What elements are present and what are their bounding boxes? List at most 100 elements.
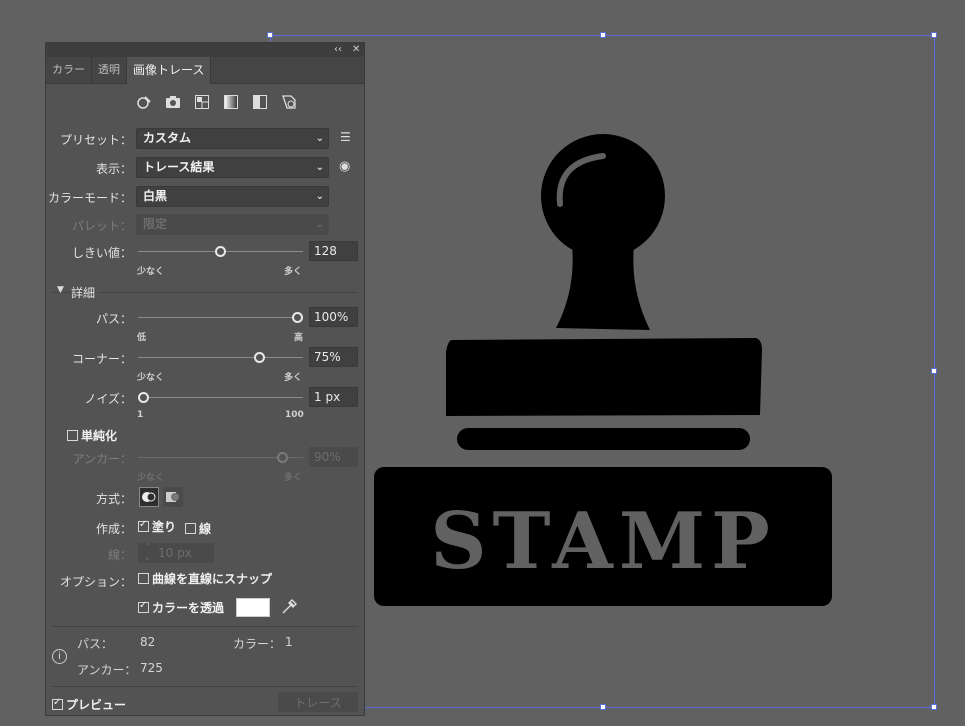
threshold-knob[interactable]	[215, 246, 226, 257]
threshold-slider[interactable]	[138, 246, 303, 257]
corners-knob[interactable]	[253, 352, 265, 363]
chevron-down-icon: ⌄	[315, 162, 324, 173]
outline-icon[interactable]	[279, 93, 298, 112]
info-anchors-label: アンカー：	[77, 663, 137, 677]
preset-dropdown[interactable]: カスタム ⌄	[136, 128, 329, 149]
preview-checkbox[interactable]	[52, 697, 63, 710]
paths-knob[interactable]	[292, 312, 303, 323]
handle-top-left[interactable]	[267, 32, 273, 38]
noise-input[interactable]: 1 px	[309, 387, 358, 407]
double-chevron-left-icon[interactable]: ‹‹	[334, 43, 342, 57]
strokes-label: 線	[199, 522, 212, 536]
threshold-max-label: 多く	[284, 267, 303, 277]
stroke-stepper: ⌃ ⌄ 10 px	[138, 542, 214, 563]
simplify-checkbox-wrap[interactable]: 単純化	[67, 427, 117, 444]
create-label: 作成：	[95, 522, 132, 536]
anchors-min-label: 少なく	[137, 473, 165, 483]
color-swatch[interactable]	[236, 598, 270, 617]
threshold-min-label: 少なく	[137, 267, 165, 277]
chevron-down-icon: ⌄	[315, 133, 324, 144]
info-colors-label: カラー：	[233, 637, 282, 651]
fills-checkbox[interactable]	[138, 519, 149, 532]
palette-value: 限定	[143, 217, 168, 231]
divider	[52, 686, 358, 687]
auto-color-icon[interactable]	[134, 93, 153, 112]
paths-slider[interactable]	[138, 312, 303, 323]
anchors-input: 90%	[309, 447, 358, 467]
high-color-icon[interactable]	[163, 93, 182, 112]
noise-knob[interactable]	[138, 392, 149, 403]
strokes-checkbox[interactable]	[185, 523, 196, 534]
mode-label: カラーモード：	[47, 191, 132, 205]
stepper-arrows-icon: ⌃ ⌄	[144, 542, 151, 562]
noise-label: ノイズ：	[84, 392, 132, 406]
palette-dropdown: 限定 ⌄	[136, 214, 329, 235]
triangle-down-icon: ▼	[57, 285, 64, 295]
stroke-label: 線：	[107, 548, 132, 562]
fills-label: 塗り	[152, 520, 177, 534]
selection-bounding-box[interactable]	[267, 32, 937, 710]
paths-label: パス：	[95, 312, 132, 326]
panel-title-bar[interactable]: ‹‹ ✕	[46, 43, 364, 57]
low-color-icon[interactable]	[192, 93, 211, 112]
handle-middle-right[interactable]	[931, 368, 937, 374]
handle-top-right[interactable]	[931, 32, 937, 38]
ignore-white-checkbox[interactable]	[138, 600, 149, 613]
anchors-knob	[276, 452, 288, 463]
corners-max-label: 多く	[284, 373, 303, 383]
handle-bottom-middle[interactable]	[600, 704, 606, 710]
noise-slider[interactable]	[138, 392, 303, 403]
info-colors-value: 1	[285, 635, 293, 649]
paths-max-label: 高	[294, 333, 304, 343]
tab-color[interactable]: カラー	[46, 57, 92, 83]
preset-icon-row	[46, 84, 364, 120]
method-label: 方式：	[95, 492, 132, 506]
fills-checkbox-wrap[interactable]: 塗り	[138, 518, 176, 535]
handle-bottom-right[interactable]	[931, 704, 937, 710]
snap-checkbox[interactable]	[138, 573, 149, 584]
simplify-checkbox[interactable]	[67, 430, 78, 441]
anchors-label: アンカー：	[72, 452, 132, 466]
corners-input[interactable]: 75%	[309, 347, 358, 367]
eye-icon[interactable]: ◉	[339, 159, 350, 174]
corners-min-label: 少なく	[137, 373, 165, 383]
grayscale-icon[interactable]	[221, 93, 240, 112]
view-dropdown[interactable]: トレース結果 ⌄	[136, 157, 329, 178]
corners-label: コーナー：	[71, 352, 132, 366]
close-icon[interactable]: ✕	[352, 43, 360, 57]
stroke-value: 10 px	[158, 546, 192, 560]
mode-value: 白黒	[143, 189, 168, 203]
method-abutting-button[interactable]	[139, 487, 159, 507]
view-label: 表示：	[95, 162, 132, 176]
anchors-slider	[138, 452, 303, 463]
trace-button[interactable]: トレース	[278, 692, 358, 712]
info-anchors-value: 725	[140, 661, 163, 675]
palette-label: パレット：	[71, 219, 132, 233]
info-icon: i	[52, 649, 67, 664]
info-paths-label: パス：	[77, 637, 114, 651]
preview-label: プレビュー	[66, 698, 127, 712]
ignore-white-checkbox-wrap[interactable]: カラーを透過	[138, 599, 224, 616]
view-value: トレース結果	[143, 160, 215, 174]
paths-min-label: 低	[137, 333, 147, 343]
snap-label: 曲線を直線にスナップ	[152, 572, 273, 586]
threshold-input[interactable]: 128	[309, 241, 358, 261]
chevron-down-icon: ⌄	[315, 219, 324, 230]
paths-input[interactable]: 100%	[309, 307, 358, 327]
tab-image-trace[interactable]: 画像トレース	[127, 57, 212, 84]
strokes-checkbox-wrap[interactable]: 線	[185, 520, 211, 537]
preview-checkbox-wrap[interactable]: プレビュー	[52, 696, 126, 713]
list-menu-icon[interactable]: ☰	[340, 130, 351, 144]
ignore-white-label: カラーを透過	[152, 601, 225, 615]
noise-max-label: 100	[285, 410, 304, 420]
black-and-white-icon[interactable]	[250, 93, 269, 112]
anchors-max-label: 多く	[284, 473, 303, 483]
mode-dropdown[interactable]: 白黒 ⌄	[136, 186, 329, 207]
method-overlapping-button[interactable]	[163, 487, 183, 507]
snap-checkbox-wrap[interactable]: 曲線を直線にスナップ	[138, 570, 272, 587]
advanced-label: 詳細	[71, 284, 100, 301]
corners-slider[interactable]	[138, 352, 303, 363]
handle-top-middle[interactable]	[600, 32, 606, 38]
tab-transparency[interactable]: 透明	[92, 57, 127, 83]
eyedropper-icon[interactable]	[280, 598, 298, 616]
